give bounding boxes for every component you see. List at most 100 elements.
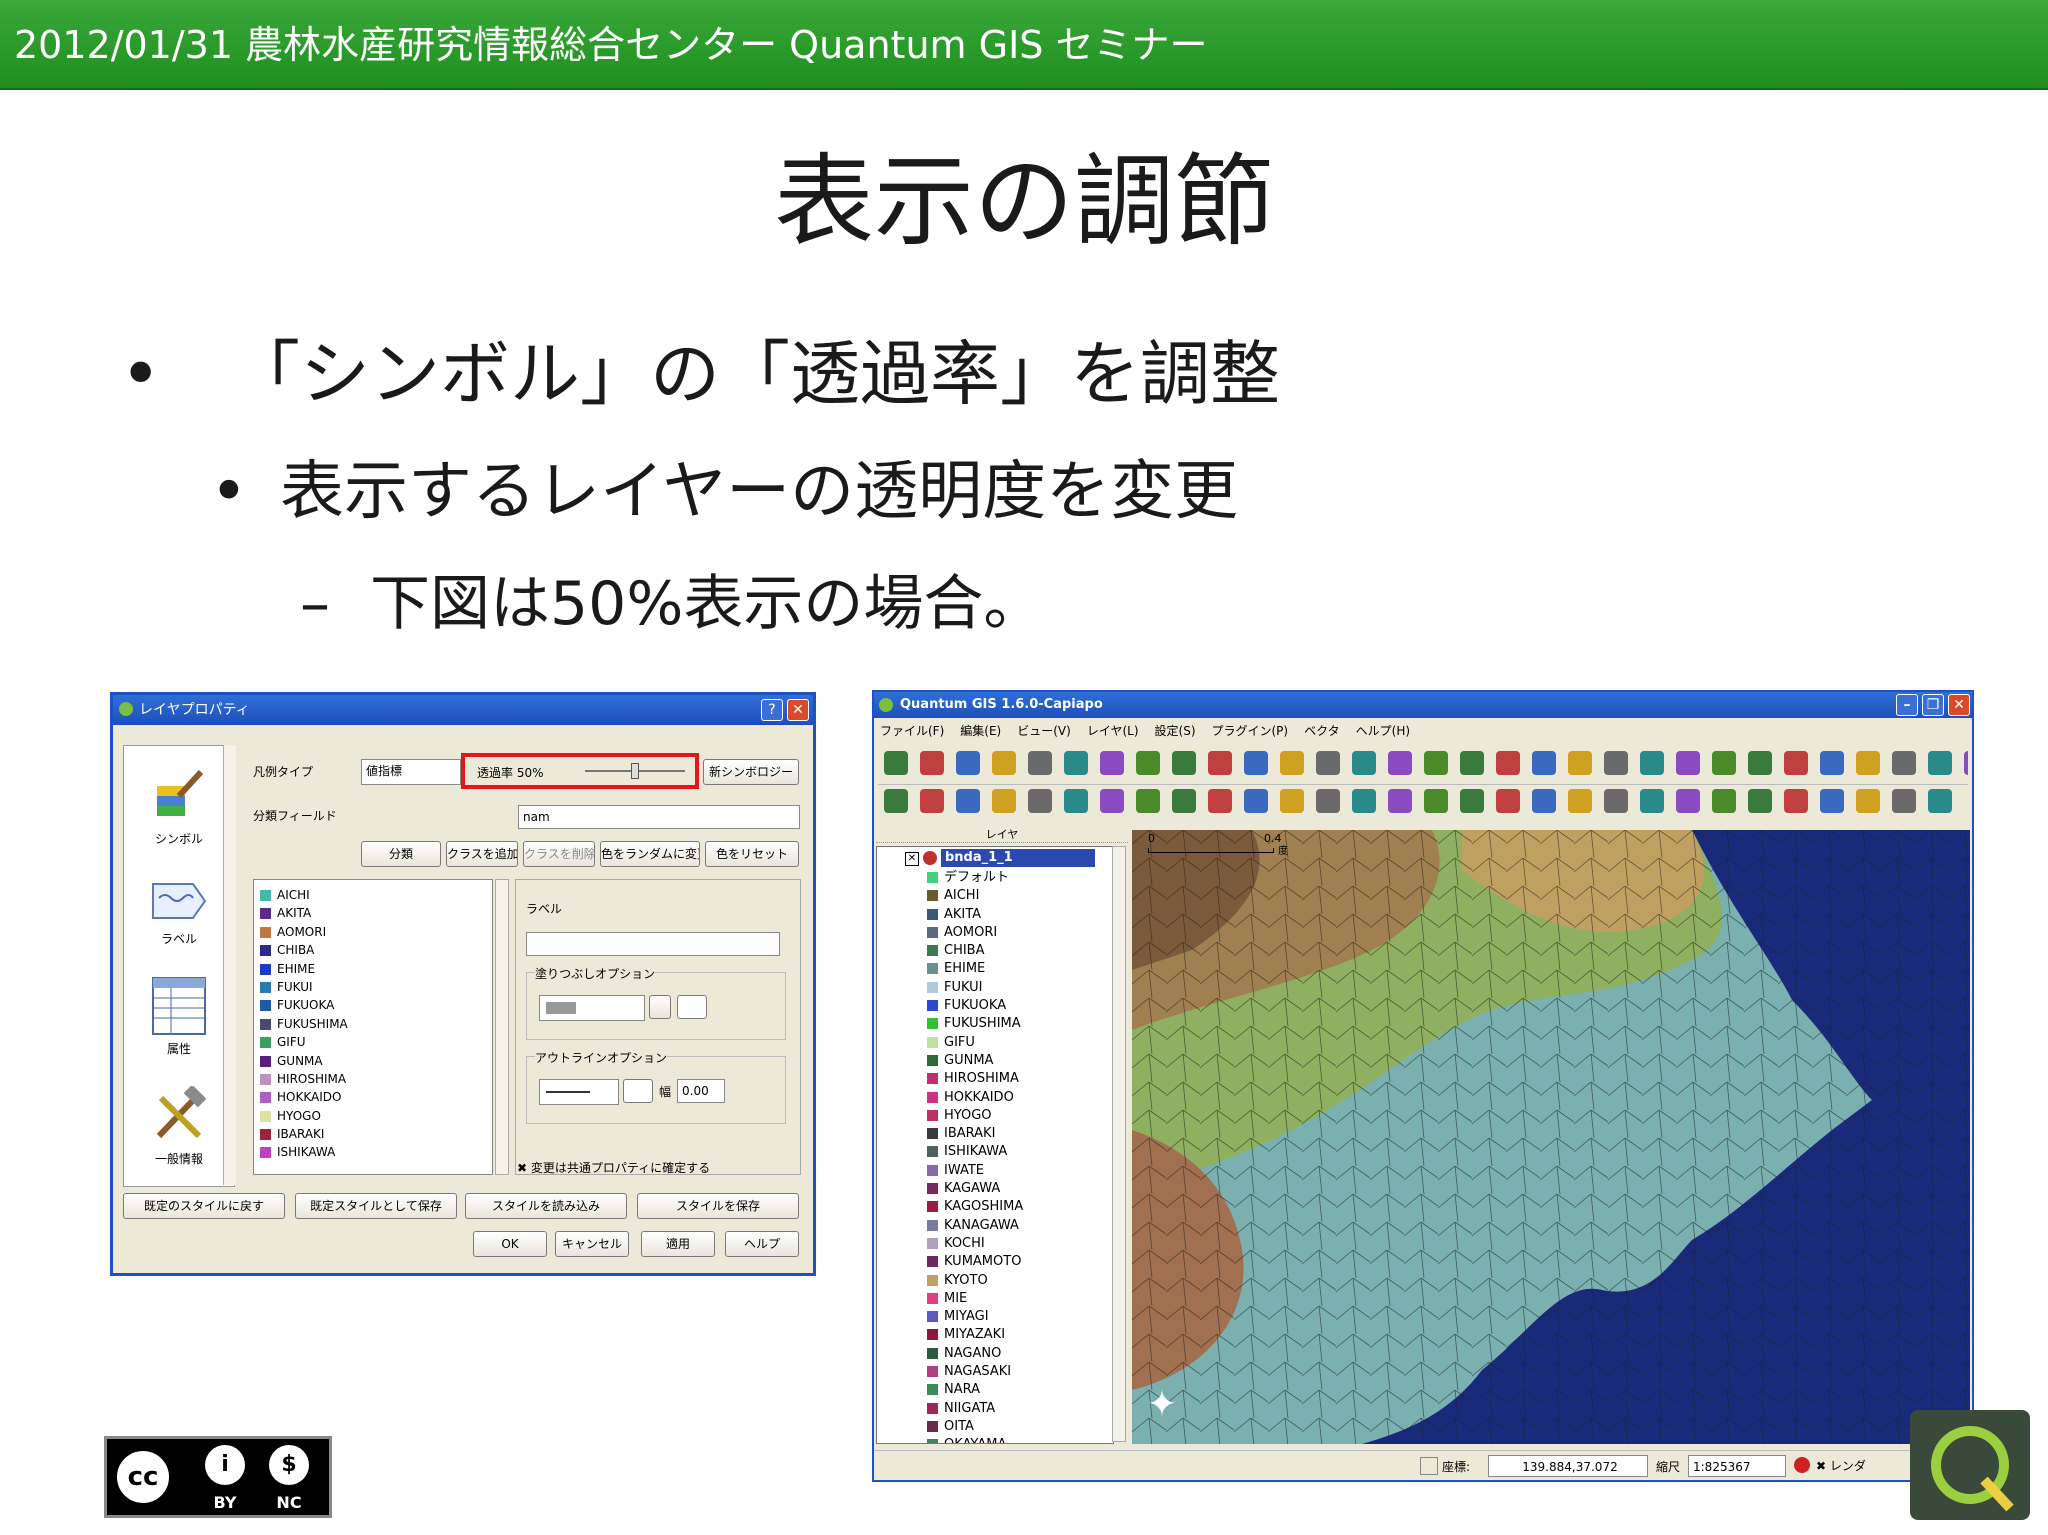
- toolbar-tool-icon[interactable]: [920, 789, 944, 813]
- layer-tree[interactable]: ✕ bnda_1_1 デフォルト AICHI AKITA AOMORI CHIBA EHI…: [876, 846, 1114, 1444]
- class-list-item[interactable]: GIFU: [260, 1033, 492, 1051]
- stop-render-icon[interactable]: [1794, 1457, 1810, 1473]
- class-list-item[interactable]: FUKUSHIMA: [260, 1015, 492, 1033]
- class-list-item[interactable]: AICHI: [260, 886, 492, 904]
- close-icon[interactable]: ✕: [1948, 694, 1970, 716]
- randomize-colors-button[interactable]: 色をランダムに変更: [600, 841, 700, 867]
- menu-item[interactable]: ビュー(V): [1017, 724, 1071, 738]
- layer-row-selected[interactable]: ✕ bnda_1_1: [877, 849, 1111, 867]
- toolbar-tool-icon[interactable]: [1352, 751, 1376, 775]
- sidebar-item-attributes[interactable]: 属性: [134, 976, 224, 1076]
- label-input[interactable]: [526, 932, 780, 956]
- legend-type-select[interactable]: 値指標: [361, 759, 461, 785]
- toolbar-tool-icon[interactable]: [1028, 751, 1052, 775]
- menu-item[interactable]: レイヤ(L): [1087, 724, 1139, 738]
- toolbar-tool-icon[interactable]: [992, 751, 1016, 775]
- toolbar-tool-icon[interactable]: [1892, 751, 1916, 775]
- menu-item[interactable]: 設定(S): [1155, 724, 1196, 738]
- coord-field[interactable]: 139.884,37.072: [1488, 1455, 1648, 1477]
- toolbar-tool-icon[interactable]: [1856, 751, 1880, 775]
- toolbar-tool-icon[interactable]: [1712, 789, 1736, 813]
- fill-button[interactable]: [649, 995, 671, 1019]
- toolbar-tool-icon[interactable]: [1820, 789, 1844, 813]
- class-list-item[interactable]: HIROSHIMA: [260, 1070, 492, 1088]
- class-list-item[interactable]: AKITA: [260, 904, 492, 922]
- width-spinbox[interactable]: 0.00: [677, 1079, 725, 1103]
- toolbar-tool-icon[interactable]: [956, 789, 980, 813]
- class-list-item[interactable]: GUNMA: [260, 1052, 492, 1070]
- toolbar-tool-icon[interactable]: [1064, 751, 1088, 775]
- toolbar-tool-icon[interactable]: [1244, 751, 1268, 775]
- toolbar-tool-icon[interactable]: [1460, 751, 1484, 775]
- class-list-item[interactable]: FUKUI: [260, 978, 492, 996]
- toolbar-tool-icon[interactable]: [1388, 789, 1412, 813]
- toolbar-tool-icon[interactable]: [1136, 789, 1160, 813]
- toolbar-tool-icon[interactable]: [1496, 751, 1520, 775]
- outline-style-select[interactable]: [539, 1079, 619, 1105]
- help-button[interactable]: ヘルプ: [725, 1231, 799, 1257]
- layer-checkbox[interactable]: ✕: [905, 852, 919, 866]
- toolbar-tool-icon[interactable]: [1244, 789, 1268, 813]
- class-list-item[interactable]: EHIME: [260, 960, 492, 978]
- map-canvas[interactable]: 0 0.4 度 ✦: [1132, 830, 1970, 1444]
- toolbar-tool-icon[interactable]: [1208, 751, 1232, 775]
- minimize-icon[interactable]: –: [1896, 694, 1918, 716]
- maximize-icon[interactable]: ❐: [1922, 694, 1944, 716]
- apply-all-checkbox[interactable]: ✖ 変更は共通プロパティに確定する: [517, 1159, 710, 1176]
- toolbar-tool-icon[interactable]: [1172, 789, 1196, 813]
- toolbar-tool-icon[interactable]: [884, 751, 908, 775]
- toolbar-tool-icon[interactable]: [1136, 751, 1160, 775]
- toolbar-tool-icon[interactable]: [1532, 751, 1556, 775]
- sidebar-item-symbol[interactable]: シンボル: [134, 766, 224, 866]
- toolbar-tool-icon[interactable]: [1316, 751, 1340, 775]
- toolbar-tool-icon[interactable]: [1892, 789, 1916, 813]
- toolbar-tool-icon[interactable]: [920, 751, 944, 775]
- class-list-item[interactable]: HYOGO: [260, 1107, 492, 1125]
- toolbar-tool-icon[interactable]: [1352, 789, 1376, 813]
- toolbar-tool-icon[interactable]: [1712, 751, 1736, 775]
- toolbar-tool-icon[interactable]: [992, 789, 1016, 813]
- toolbar-tool-icon[interactable]: [1100, 751, 1124, 775]
- toolbar-tool-icon[interactable]: [1568, 789, 1592, 813]
- toolbar-tool-icon[interactable]: [1496, 789, 1520, 813]
- toolbar-tool-icon[interactable]: [1604, 751, 1628, 775]
- class-list-item[interactable]: AOMORI: [260, 923, 492, 941]
- toolbar-tool-icon[interactable]: [1064, 789, 1088, 813]
- menu-item[interactable]: ファイル(F): [880, 724, 944, 738]
- class-list[interactable]: AICHI AKITA AOMORI CHIBA EHIME FUKUI FUKUOKA FU…: [253, 879, 493, 1175]
- toolbar-tool-icon[interactable]: [1676, 789, 1700, 813]
- toolbar-tool-icon[interactable]: [1964, 751, 1968, 775]
- toolbar-tool-icon[interactable]: [1748, 751, 1772, 775]
- toolbar-tool-icon[interactable]: [1748, 789, 1772, 813]
- menu-item[interactable]: ヘルプ(H): [1356, 724, 1410, 738]
- apply-button[interactable]: 適用: [641, 1231, 715, 1257]
- toolbar-tool-icon[interactable]: [1424, 751, 1448, 775]
- toolbar-tool-icon[interactable]: [1820, 751, 1844, 775]
- transparency-slider[interactable]: [585, 763, 685, 779]
- class-list-item[interactable]: FUKUOKA: [260, 996, 492, 1014]
- toolbar-tool-icon[interactable]: [1172, 751, 1196, 775]
- toolbar-tool-icon[interactable]: [1604, 789, 1628, 813]
- reset-colors-button[interactable]: 色をリセット: [705, 841, 799, 867]
- layer-tree-scrollbar[interactable]: [1112, 846, 1126, 1442]
- menu-item[interactable]: ベクタ: [1304, 724, 1340, 738]
- class-field-select[interactable]: nam: [518, 805, 800, 829]
- scale-field[interactable]: 1:825367: [1688, 1455, 1786, 1477]
- sidebar-item-general[interactable]: 一般情報: [134, 1084, 224, 1186]
- toolbar-tool-icon[interactable]: [1640, 789, 1664, 813]
- classify-button[interactable]: 分類: [361, 841, 441, 867]
- toolbar-tool-icon[interactable]: [1100, 789, 1124, 813]
- outline-color-button[interactable]: [623, 1079, 653, 1103]
- ok-button[interactable]: OK: [473, 1231, 547, 1257]
- toolbar-tool-icon[interactable]: [1424, 789, 1448, 813]
- dialog-titlebar[interactable]: レイヤプロパティ ? ✕: [113, 695, 813, 725]
- toolbar-tool-icon[interactable]: [884, 789, 908, 813]
- render-checkbox[interactable]: ✖ レンダ: [1816, 1457, 1866, 1474]
- toolbar-tool-icon[interactable]: [1784, 751, 1808, 775]
- toolbar-tool-icon[interactable]: [1388, 751, 1412, 775]
- delete-class-button[interactable]: クラスを削除: [523, 841, 595, 867]
- toolbar-tool-icon[interactable]: [1784, 789, 1808, 813]
- class-list-item[interactable]: IBARAKI: [260, 1125, 492, 1143]
- help-icon[interactable]: ?: [761, 699, 783, 721]
- toolbar-tool-icon[interactable]: [1532, 789, 1556, 813]
